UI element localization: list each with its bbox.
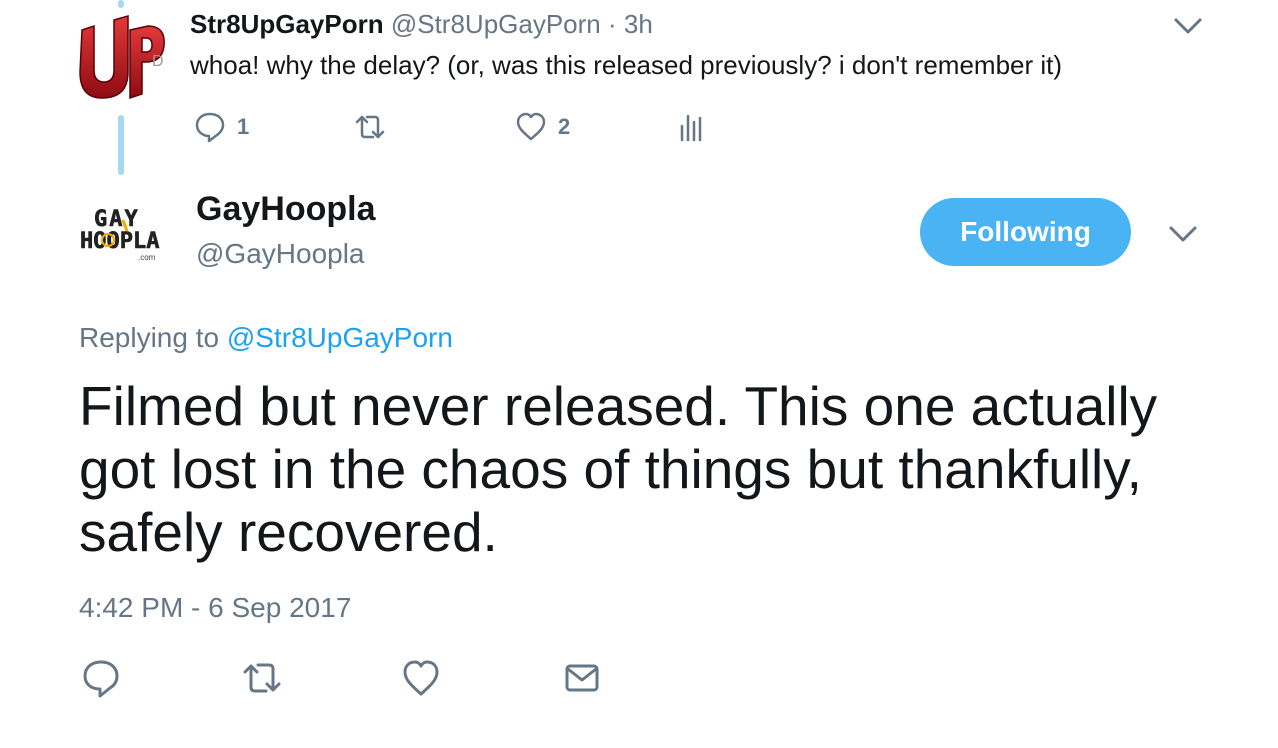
thread-line <box>118 115 124 175</box>
chevron-down-icon[interactable] <box>1170 10 1206 40</box>
reply-button[interactable]: 1 <box>193 110 249 144</box>
like-count: 2 <box>558 114 571 139</box>
username[interactable]: @Str8UpGayPorn <box>391 9 601 39</box>
reply-button[interactable] <box>79 656 123 700</box>
tweet-text: Filmed but never released. This one actu… <box>79 375 1158 563</box>
svg-text:HOOPLA: HOOPLA <box>80 229 159 254</box>
direct-message-button[interactable] <box>560 656 604 700</box>
heart-icon <box>516 112 546 141</box>
retweet-icon <box>243 663 281 693</box>
retweet-button[interactable] <box>240 656 284 700</box>
reply-icon <box>83 660 119 698</box>
avatar[interactable]: GAY HOOPLA .com <box>78 200 178 264</box>
parent-tweet-author[interactable]: Str8UpGayPorn @Str8UpGayPorn · 3h <box>190 9 653 40</box>
replying-to: Replying to @Str8UpGayPorn <box>79 322 453 354</box>
reply-icon <box>195 112 225 143</box>
display-name[interactable]: GayHoopla <box>196 190 375 229</box>
svg-text:.com: .com <box>138 253 156 262</box>
heart-icon <box>403 660 439 696</box>
replying-to-label: Replying to <box>79 322 220 353</box>
like-button[interactable]: 2 <box>514 110 570 144</box>
reply-count: 1 <box>237 114 250 139</box>
replying-to-link[interactable]: @Str8UpGayPorn <box>227 322 453 353</box>
tweet-time[interactable]: · 3h <box>608 9 653 39</box>
analytics-icon <box>680 114 702 142</box>
following-button[interactable]: Following <box>920 198 1131 266</box>
like-button[interactable] <box>399 656 443 700</box>
avatar[interactable]: D <box>72 10 170 108</box>
chevron-down-icon[interactable] <box>1165 218 1201 248</box>
retweet-icon <box>355 115 385 139</box>
retweet-button[interactable] <box>353 110 397 144</box>
analytics-button[interactable] <box>673 110 707 144</box>
display-name[interactable]: Str8UpGayPorn <box>190 9 384 39</box>
thread-line-top <box>118 0 124 8</box>
svg-text:D: D <box>152 53 164 70</box>
tweet-timestamp[interactable]: 4:42 PM - 6 Sep 2017 <box>79 592 351 624</box>
envelope-icon <box>565 664 599 692</box>
parent-tweet-text: whoa! why the delay? (or, was this relea… <box>190 50 1063 80</box>
username[interactable]: @GayHoopla <box>196 238 365 270</box>
